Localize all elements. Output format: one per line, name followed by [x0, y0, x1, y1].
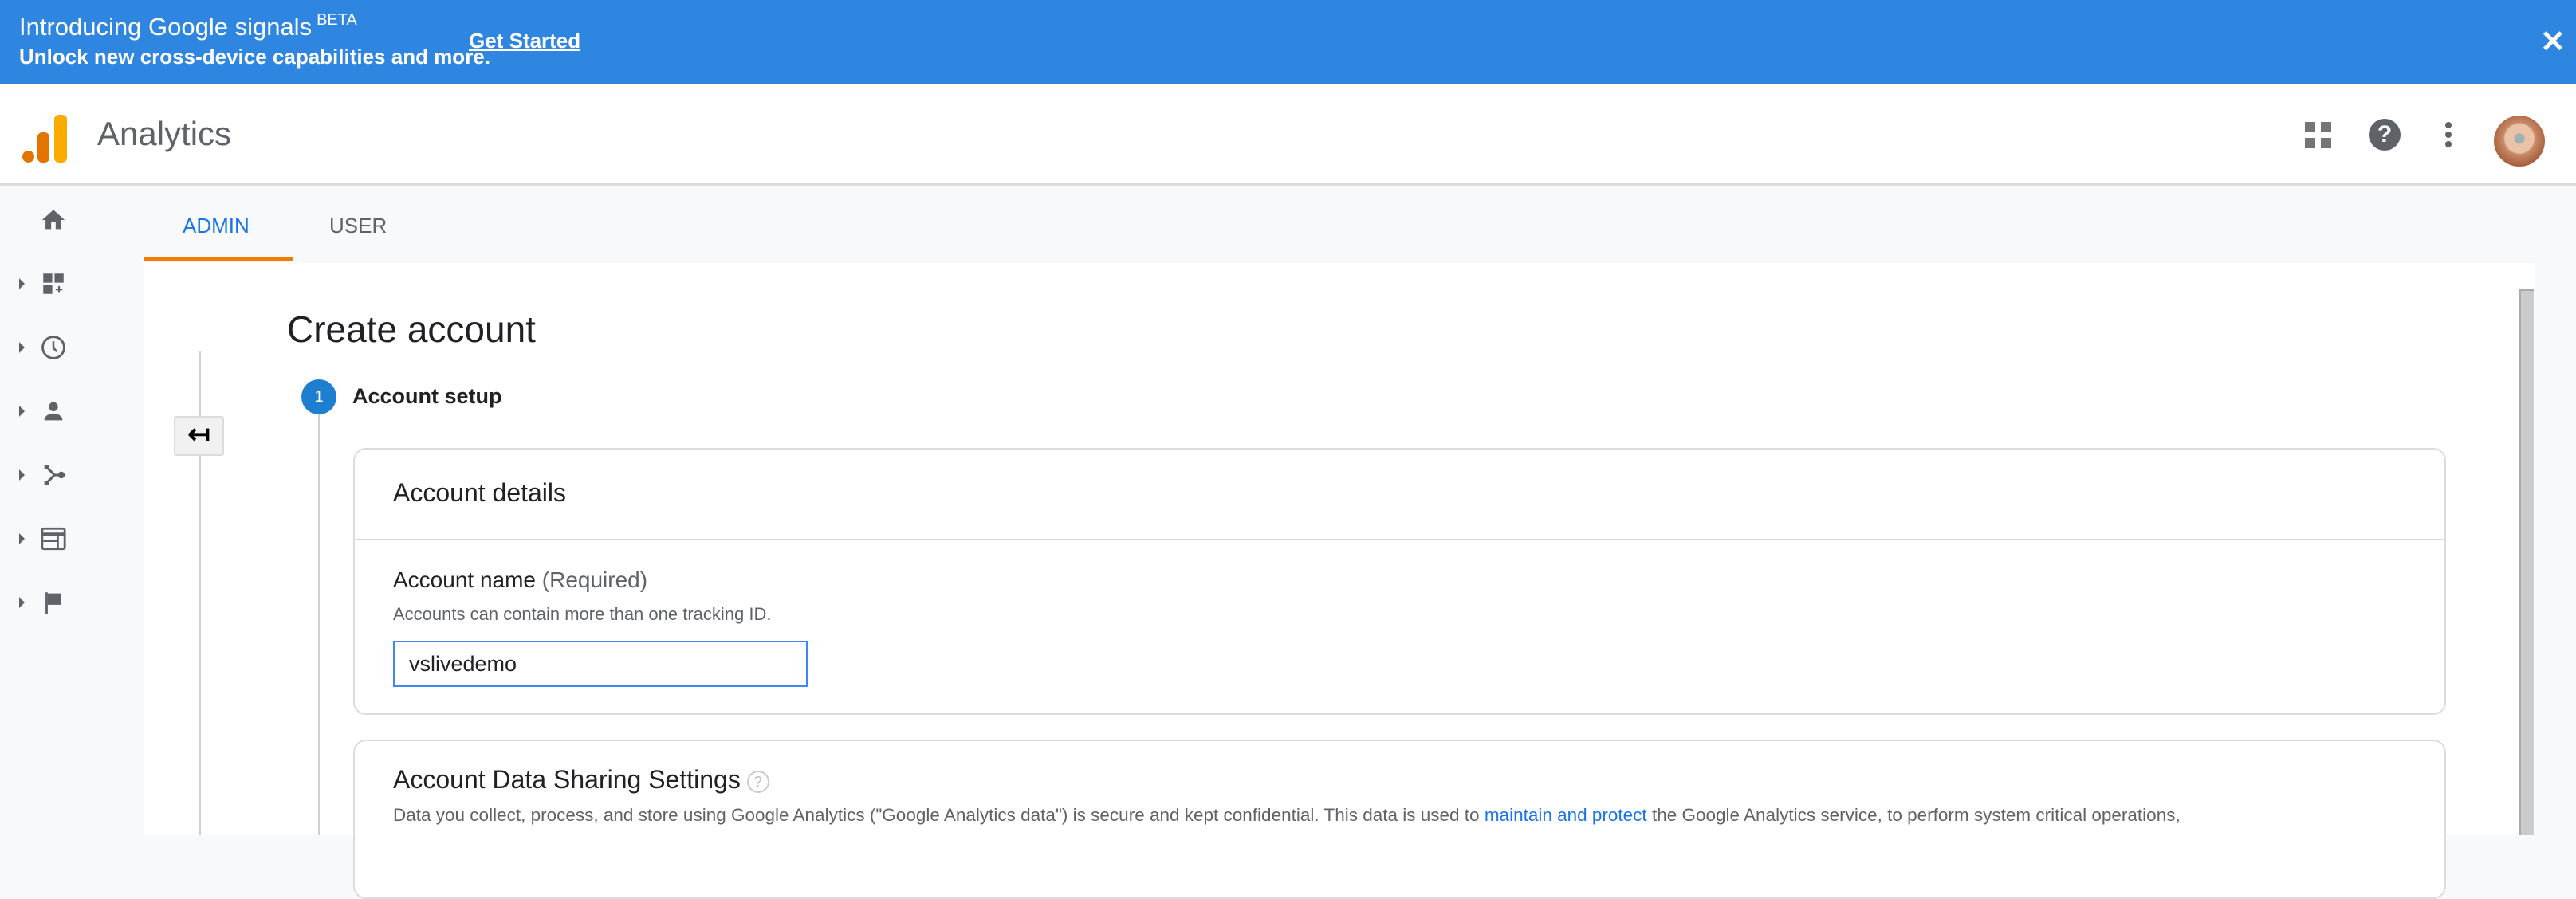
card-divider: [355, 539, 2444, 540]
sidebar-item-realtime[interactable]: [0, 323, 144, 371]
help-circle-icon[interactable]: ?: [746, 770, 769, 793]
close-icon[interactable]: ✕: [2540, 24, 2566, 60]
tab-user[interactable]: USER: [329, 214, 387, 238]
app-header: Analytics ?: [0, 84, 2576, 186]
banner-subtitle: Unlock new cross-device capabilities and…: [19, 45, 490, 69]
beta-badge: BETA: [317, 11, 357, 29]
expand-arrow-icon: [19, 469, 25, 481]
sidebar-item-customization[interactable]: [0, 259, 144, 307]
avatar[interactable]: [2494, 116, 2545, 167]
card-title: Account details: [393, 478, 567, 507]
expand-arrow-icon: [19, 533, 25, 544]
expand-arrow-icon: [19, 278, 25, 289]
data-sharing-card: Account Data Sharing Settings? Data you …: [353, 740, 2446, 899]
sidebar-item-audience[interactable]: [0, 387, 144, 434]
sidebar-item-behavior[interactable]: [0, 514, 144, 562]
app-title: Analytics: [97, 115, 232, 152]
account-name-label-text: Account name: [393, 567, 536, 592]
expand-arrow-icon: [19, 597, 25, 608]
sidebar-item-home[interactable]: [0, 195, 144, 243]
tab-admin[interactable]: ADMIN: [183, 214, 250, 238]
scrollbar[interactable]: [2519, 289, 2534, 835]
description-text: Data you collect, process, and store usi…: [393, 805, 1485, 825]
banner-title-text: Introducing Google signals: [19, 13, 313, 41]
maintain-protect-link[interactable]: maintain and protect: [1485, 805, 1647, 825]
account-details-card: Account details Account name (Required) …: [353, 448, 2446, 715]
expand-arrow-icon: [19, 406, 25, 417]
active-tab-indicator: [144, 257, 293, 261]
account-name-label: Account name (Required): [393, 567, 647, 593]
step-title: Account setup: [352, 384, 502, 408]
stepper-line: [318, 414, 320, 835]
sidebar-item-acquisition[interactable]: [0, 450, 144, 498]
analytics-logo[interactable]: [22, 115, 67, 163]
web-layout-icon: [41, 527, 66, 551]
dashboard-add-icon: [43, 273, 64, 294]
back-button[interactable]: ↤: [174, 416, 224, 456]
required-hint: (Required): [541, 567, 648, 592]
sharing-title-text: Account Data Sharing Settings: [393, 765, 741, 794]
clock-icon: [41, 336, 65, 359]
merge-icon: [44, 465, 65, 485]
signals-banner: Introducing Google signals BETA Unlock ne…: [0, 0, 2576, 84]
apps-grid-icon[interactable]: [2298, 115, 2338, 155]
help-icon[interactable]: ?: [2365, 115, 2405, 155]
person-icon: [44, 402, 63, 421]
card-title: Account Data Sharing Settings?: [393, 765, 769, 795]
account-name-helper: Accounts can contain more than one track…: [393, 604, 772, 624]
expand-arrow-icon: [19, 342, 25, 353]
help-glyph: ?: [2369, 119, 2401, 151]
account-name-input[interactable]: [393, 641, 808, 687]
step-number-badge: 1: [301, 379, 336, 414]
flag-icon: [45, 592, 61, 614]
sharing-description: Data you collect, process, and store usi…: [393, 805, 2181, 826]
more-vert-icon[interactable]: [2429, 115, 2468, 155]
sidebar-item-conversions[interactable]: [0, 578, 144, 626]
get-started-link[interactable]: Get Started: [469, 29, 580, 53]
page-title: Create account: [287, 308, 536, 350]
home-icon: [41, 210, 65, 230]
description-text-cont: the Google Analytics service, to perform…: [1646, 805, 2181, 825]
banner-title: Introducing Google signals BETA: [19, 11, 357, 41]
